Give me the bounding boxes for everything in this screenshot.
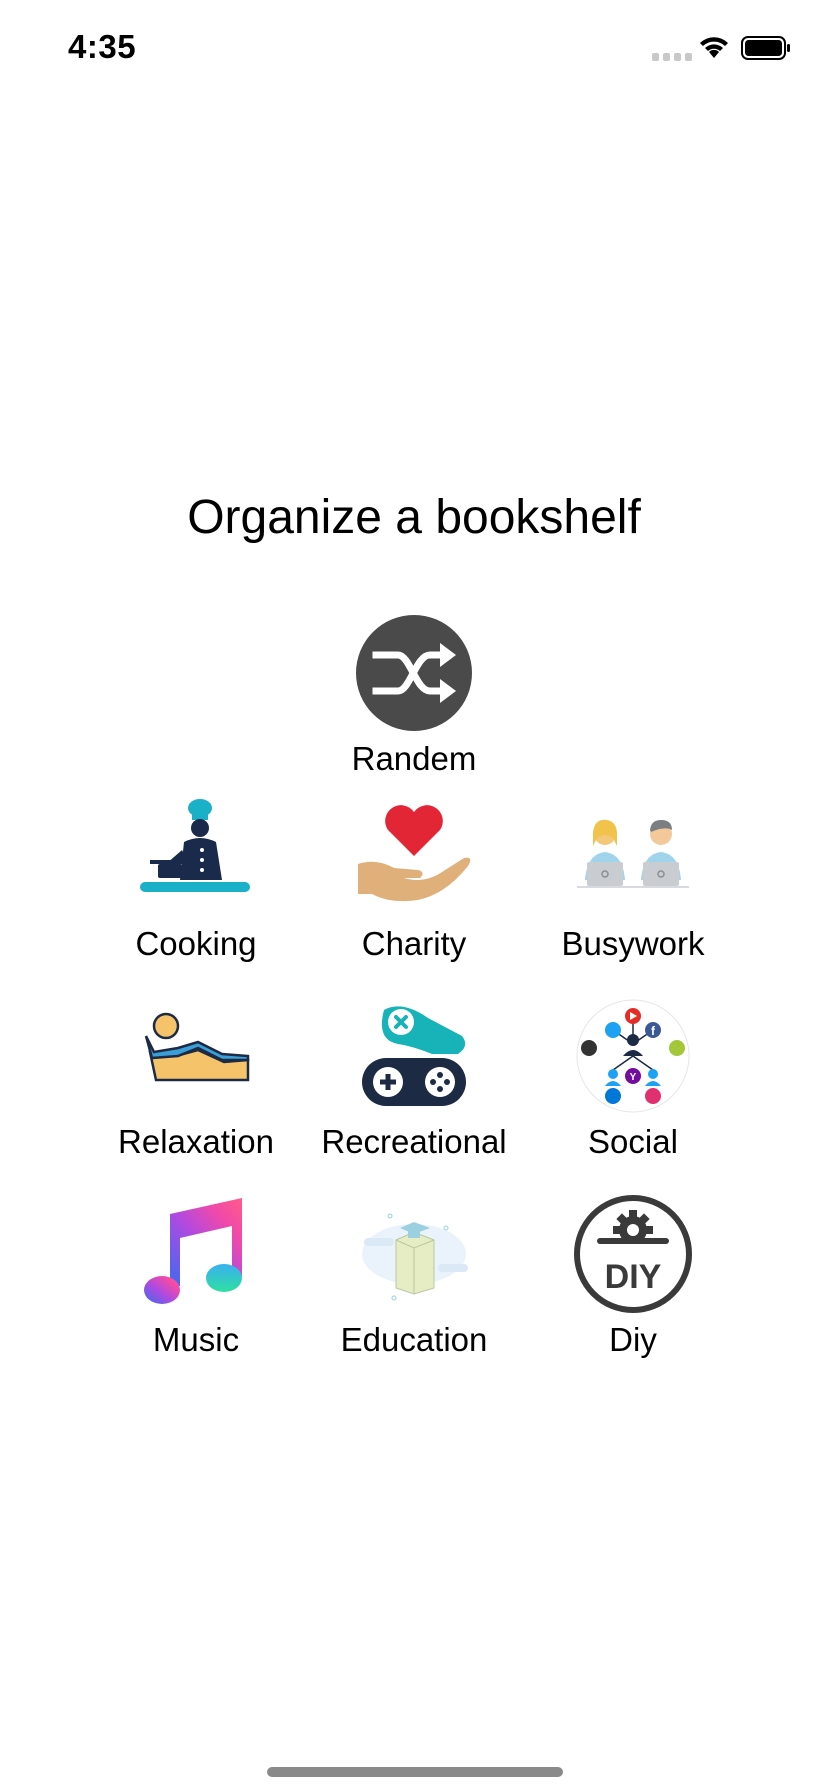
category-label: Busywork (561, 925, 705, 962)
category-education[interactable]: Education (309, 1194, 519, 1360)
education-box-icon (362, 1213, 468, 1301)
category-label: Randem (351, 740, 477, 777)
chef-icon (140, 799, 250, 892)
shuffle-icon (356, 615, 472, 731)
cellular-signal-icon (652, 53, 692, 61)
category-randem[interactable]: Randem (309, 613, 519, 779)
battery-icon (741, 36, 790, 60)
heart-hand-icon (358, 805, 471, 902)
music-note-icon (144, 1198, 242, 1304)
social-network-icon: f Y (576, 999, 690, 1113)
office-workers-icon (577, 819, 689, 888)
svg-text:Y: Y (630, 1072, 637, 1083)
status-bar: 4:35 (0, 0, 828, 100)
game-controller-icon (362, 1006, 466, 1106)
category-music[interactable]: Music (91, 1194, 301, 1360)
category-label: Cooking (135, 925, 257, 962)
category-label: Music (152, 1321, 240, 1358)
category-social[interactable]: f Y Social (528, 996, 738, 1162)
diy-gear-icon: DIY (574, 1195, 692, 1313)
category-label: Charity (361, 925, 467, 962)
category-label: Relaxation (118, 1123, 274, 1160)
svg-text:DIY: DIY (605, 1258, 662, 1296)
category-diy[interactable]: DIY Diy (528, 1194, 738, 1360)
category-recreational[interactable]: Recreational (309, 996, 519, 1162)
category-label: Diy (609, 1321, 657, 1358)
category-busywork[interactable]: Busywork (528, 798, 738, 964)
category-label: Social (588, 1123, 678, 1160)
category-cooking[interactable]: Cooking (91, 798, 301, 964)
status-time: 4:35 (68, 28, 137, 65)
home-indicator[interactable] (267, 1767, 563, 1777)
category-relaxation[interactable]: Relaxation (91, 996, 301, 1162)
page-title: Organize a bookshelf (187, 491, 641, 544)
wifi-icon (700, 37, 728, 58)
category-label: Education (340, 1321, 488, 1358)
category-label: Recreational (321, 1123, 507, 1160)
category-charity[interactable]: Charity (309, 798, 519, 964)
lounging-person-icon (144, 1012, 250, 1082)
